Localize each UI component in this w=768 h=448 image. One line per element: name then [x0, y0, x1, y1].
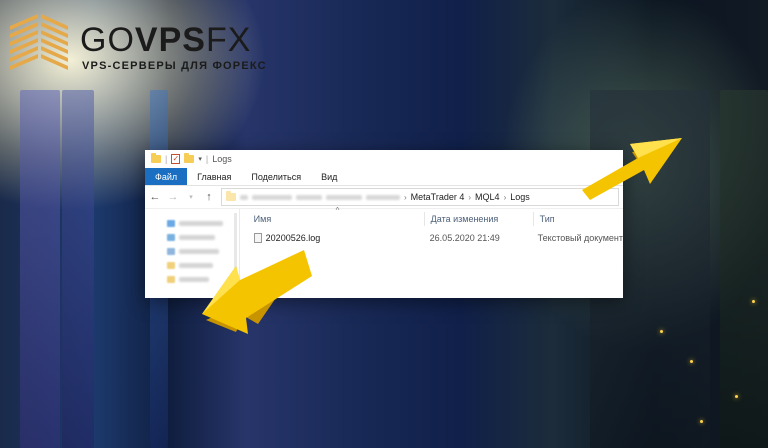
file-name: 20200526.log	[265, 233, 321, 243]
brand-name: GOVPSFX	[80, 21, 252, 59]
brand-logo: GOVPSFX VPS-СЕРВЕРЫ ДЛЯ ФОРЕКС	[8, 8, 278, 80]
breadcrumb-separator-icon: ›	[404, 192, 407, 202]
properties-icon[interactable]: ✓	[171, 154, 181, 164]
server-rack	[720, 90, 768, 448]
navigation-bar: ← → ▾ ↑ › MetaTrader 4 › MQL4 › Logs	[145, 186, 623, 209]
text-file-icon	[253, 233, 262, 243]
folder-icon	[151, 153, 161, 163]
server-led	[752, 300, 755, 303]
server-rack	[20, 90, 60, 448]
file-row[interactable]: 20200526.log 26.05.2020 21:49 Текстовый …	[240, 229, 623, 247]
tab-view[interactable]: Вид	[311, 168, 347, 185]
nav-item[interactable]	[167, 217, 239, 229]
breadcrumb-metatrader[interactable]: MetaTrader 4	[411, 192, 465, 202]
nav-item[interactable]	[167, 231, 239, 243]
breadcrumb-mql4[interactable]: MQL4	[475, 192, 500, 202]
server-led	[660, 330, 663, 333]
tab-home[interactable]: Главная	[187, 168, 241, 185]
tab-share[interactable]: Поделиться	[241, 168, 311, 185]
breadcrumb-separator-icon: ›	[468, 192, 472, 202]
quick-access-dropdown-icon[interactable]: ▾	[198, 155, 202, 163]
server-led	[700, 420, 703, 423]
sort-ascending-icon: ^	[335, 206, 340, 215]
server-led	[690, 360, 693, 363]
window-title: Logs	[212, 154, 232, 164]
file-date: 26.05.2020 21:49	[429, 233, 500, 243]
brand-tagline: VPS-СЕРВЕРЫ ДЛЯ ФОРЕКС	[82, 60, 267, 72]
address-bar[interactable]: › MetaTrader 4 › MQL4 › Logs	[221, 188, 619, 206]
file-type: Текстовый документ	[537, 233, 623, 243]
building-stripes-logo-icon	[10, 14, 68, 70]
column-header-type[interactable]: Тип	[532, 212, 555, 226]
ribbon-tabs: Файл Главная Поделиться Вид	[145, 168, 623, 186]
title-bar: | ✓ ▾ | Logs	[145, 150, 623, 168]
up-arrow-icon[interactable]: ↑	[203, 191, 215, 203]
recent-locations-chevron-icon[interactable]: ▾	[185, 193, 197, 201]
back-arrow-icon[interactable]: ←	[149, 191, 161, 203]
folder-icon	[226, 191, 236, 201]
column-header-date[interactable]: Дата изменения	[423, 212, 533, 226]
server-led	[735, 395, 738, 398]
column-header-row: ^ Имя Дата изменения Тип	[240, 206, 623, 229]
pointer-arrow-icon	[202, 250, 312, 334]
pointer-arrow-icon	[582, 138, 682, 200]
tab-file[interactable]: Файл	[145, 168, 188, 185]
breadcrumb-separator-icon: ›	[503, 192, 507, 202]
column-header-name[interactable]: Имя	[240, 214, 424, 224]
new-folder-icon[interactable]	[184, 153, 195, 163]
server-rack	[62, 90, 94, 448]
forward-arrow-icon[interactable]: →	[167, 191, 179, 203]
breadcrumb-logs[interactable]: Logs	[510, 192, 530, 202]
